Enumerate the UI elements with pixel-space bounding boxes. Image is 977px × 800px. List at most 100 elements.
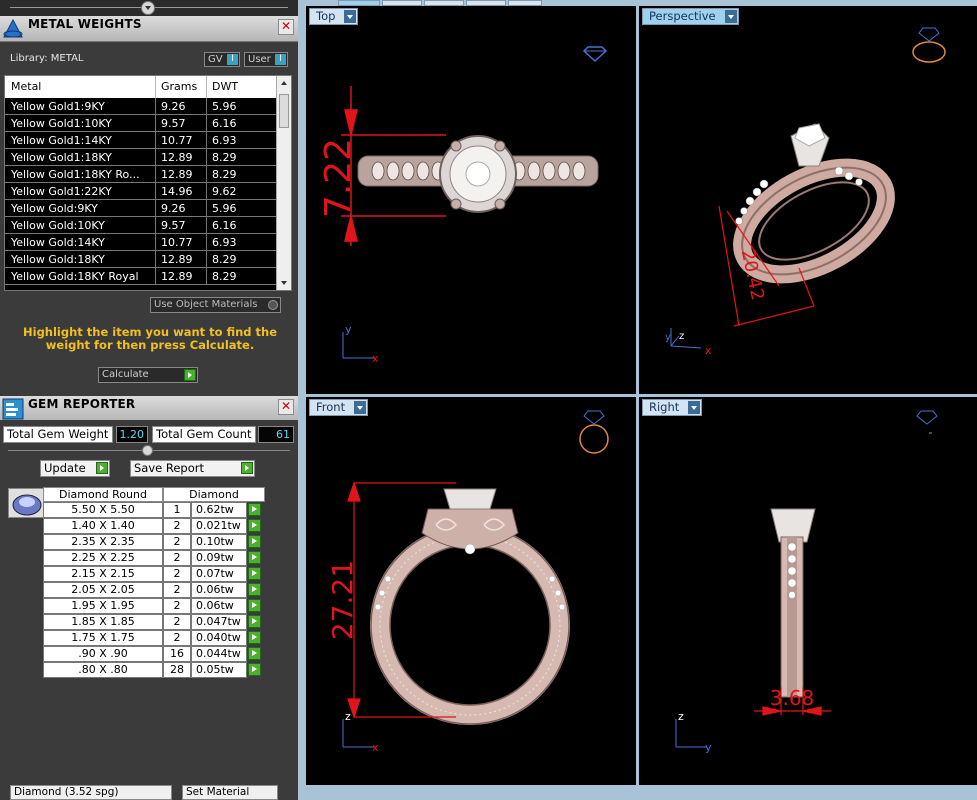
play-arrow-icon	[96, 462, 108, 474]
gv-toggle[interactable]: GV I	[204, 52, 240, 67]
diamond-gem-icon	[582, 46, 608, 63]
gem-size: 1.85 X 1.85	[43, 614, 163, 630]
axis-x-label: x	[372, 741, 379, 754]
scroll-thumb[interactable]	[279, 94, 289, 128]
viewport-area: Top 7.22 y x Perspective 20.42 y z x Fro…	[298, 0, 977, 800]
table-row[interactable]: Yellow Gold:9KY 9.26 5.96	[5, 200, 277, 217]
metal-dwt: 8.29	[212, 151, 237, 164]
metal-weights-icon	[3, 18, 23, 38]
gem-count: 2	[163, 518, 191, 534]
scroll-down-icon[interactable]	[281, 281, 287, 285]
perspective-view-render: 20.42 y z x	[665, 27, 946, 357]
viewport-top[interactable]: Top 7.22 y x	[306, 6, 636, 394]
metal-table-scrollbar[interactable]	[276, 76, 291, 290]
table-row[interactable]: Yellow Gold:10KY 9.57 6.16	[5, 217, 277, 234]
col-metal[interactable]: Metal	[11, 80, 41, 93]
save-report-button[interactable]: Save Report	[130, 460, 255, 477]
viewport-front[interactable]: Front 27.21 z x	[306, 397, 636, 785]
metal-dwt: 6.93	[212, 236, 237, 249]
select-gem-button[interactable]	[248, 615, 261, 628]
gem-weight: 0.047tw	[191, 614, 247, 630]
panel-resize-strip[interactable]	[0, 0, 298, 16]
gem-reporter-title: GEM REPORTER	[28, 397, 136, 411]
gem-size: 2.05 X 2.05	[43, 582, 163, 598]
select-gem-button[interactable]	[248, 535, 261, 548]
library-label: Library: METAL	[10, 53, 84, 64]
material-bar: Diamond (3.52 spg) Set Material	[0, 784, 298, 800]
scroll-up-icon[interactable]	[281, 81, 287, 85]
col-grams[interactable]: Grams	[161, 80, 197, 93]
gem-weight: 0.06tw	[191, 598, 247, 614]
viewport-right[interactable]: Right 3.68 z y	[639, 397, 977, 785]
select-gem-button[interactable]	[248, 647, 261, 660]
metal-weights-title: METAL WEIGHTS	[28, 17, 142, 31]
divider-knob[interactable]	[142, 445, 153, 456]
axis-y-label: y	[705, 741, 712, 754]
gem-count: 2	[163, 598, 191, 614]
table-row[interactable]: Yellow Gold1:14KY 10.77 6.93	[5, 132, 277, 149]
collapse-knob[interactable]	[141, 1, 155, 15]
table-row[interactable]: Yellow Gold1:18KY Ro... 12.89 8.29	[5, 166, 277, 183]
table-row[interactable]: Yellow Gold:18KY Royal 12.89 8.29	[5, 268, 277, 285]
gem-weight: 0.10tw	[191, 534, 247, 550]
total-gem-count-label: Total Gem Count	[152, 426, 256, 443]
update-label: Update	[44, 461, 86, 475]
left-panel: METAL WEIGHTS ✕ Library: METAL GV I User…	[0, 0, 298, 800]
play-arrow-icon	[241, 462, 253, 474]
save-report-label: Save Report	[134, 461, 205, 475]
gem-weight: 0.62tw	[191, 502, 247, 518]
select-gem-button[interactable]	[248, 663, 261, 676]
gem-size: 2.25 X 2.25	[43, 550, 163, 566]
metal-dwt: 6.16	[212, 117, 237, 130]
gem-count: 16	[163, 646, 191, 662]
right-view-render: 3.68 z y	[675, 410, 938, 754]
ring-perspective-icon	[912, 27, 946, 63]
table-row[interactable]: Yellow Gold1:9KY 9.26 5.96	[5, 98, 277, 115]
axis-gizmo-perspective	[670, 328, 702, 349]
gem-reporter-close-button[interactable]: ✕	[278, 399, 294, 415]
table-row[interactable]: Yellow Gold:18KY 12.89 8.29	[5, 251, 277, 268]
table-row[interactable]: Yellow Gold:14KY 10.77 6.93	[5, 234, 277, 251]
ring-front-icon	[579, 410, 609, 454]
front-dimension-label: 27.21	[326, 560, 359, 640]
top-dimension-label: 7.22	[318, 138, 359, 218]
gem-count: 28	[163, 662, 191, 678]
select-gem-button[interactable]	[248, 599, 261, 612]
diamond-gem-icon	[916, 410, 938, 434]
select-gem-button[interactable]	[248, 583, 261, 596]
calculate-button[interactable]: Calculate	[98, 367, 198, 383]
table-row[interactable]: Yellow Gold1:18KY 12.89 8.29	[5, 149, 277, 166]
col-dwt[interactable]: DWT	[212, 80, 238, 93]
select-gem-button[interactable]	[248, 519, 261, 532]
material-select[interactable]: Diamond (3.52 spg)	[10, 785, 172, 800]
select-gem-button[interactable]	[248, 503, 261, 516]
metal-dwt: 5.96	[212, 202, 237, 215]
viewport-perspective[interactable]: Perspective 20.42 y z x	[639, 6, 977, 394]
select-gem-button[interactable]	[248, 631, 261, 644]
select-gem-button[interactable]	[248, 567, 261, 580]
gem-weight: 0.044tw	[191, 646, 247, 662]
top-view-render: 7.22 y x	[318, 46, 608, 365]
gem-weight: 0.021tw	[191, 518, 247, 534]
user-toggle[interactable]: User I	[244, 52, 288, 67]
update-button[interactable]: Update	[40, 460, 110, 477]
gem-size: 2.35 X 2.35	[43, 534, 163, 550]
total-gem-weight-label: Total Gem Weight	[3, 426, 113, 443]
metal-table[interactable]: Metal Grams DWT Yellow Gold1:9KY 9.26 5.96…	[4, 75, 292, 291]
gem-panel-divider[interactable]	[0, 445, 298, 457]
set-material-button[interactable]: Set Material	[182, 785, 278, 800]
metal-rows: Yellow Gold1:9KY 9.26 5.96 Yellow Gold1:10K…	[5, 98, 277, 285]
gem-size: 1.95 X 1.95	[43, 598, 163, 614]
table-row[interactable]: Yellow Gold1:22KY 14.96 9.62	[5, 183, 277, 200]
metal-grams: 9.57	[161, 117, 186, 130]
table-row[interactable]: Yellow Gold1:10KY 9.57 6.16	[5, 115, 277, 132]
select-gem-button[interactable]	[248, 551, 261, 564]
play-arrow-icon	[184, 369, 196, 381]
metal-table-header: Metal Grams DWT	[5, 76, 277, 98]
metal-grams: 9.57	[161, 219, 186, 232]
metal-name: Yellow Gold1:18KY Ro...	[11, 168, 140, 181]
use-object-materials-toggle[interactable]: Use Object Materials	[150, 297, 281, 313]
metal-dwt: 9.62	[212, 185, 237, 198]
metal-weights-close-button[interactable]: ✕	[278, 19, 294, 35]
metal-dwt: 8.29	[212, 270, 237, 283]
